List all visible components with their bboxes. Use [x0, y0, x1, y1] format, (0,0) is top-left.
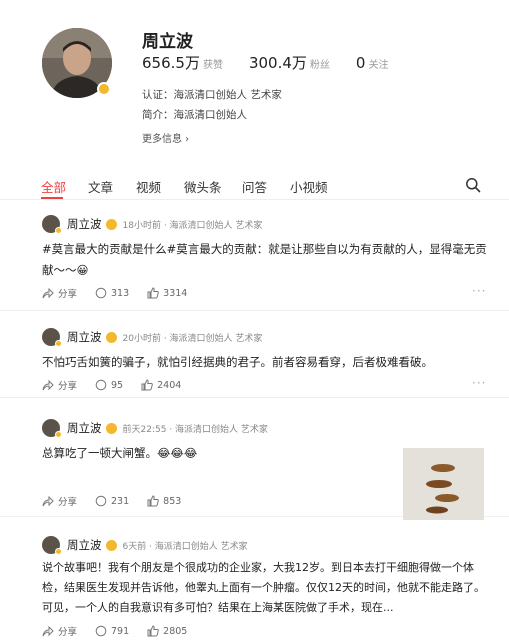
- share-icon: [42, 287, 54, 298]
- like-count: 2404: [157, 379, 182, 391]
- like-button[interactable]: 2805: [147, 625, 187, 637]
- post-author-name[interactable]: 周立波: [67, 216, 102, 232]
- post-author-avatar[interactable]: [42, 536, 62, 555]
- tab-weitoutiao[interactable]: 微头条: [184, 177, 222, 196]
- more-options-icon[interactable]: ···: [472, 376, 486, 390]
- post-header: 周立波 20小时前 · 海派清口创始人 艺术家: [42, 326, 262, 348]
- comment-button[interactable]: 231: [95, 495, 129, 507]
- post-actions: 分享 313 3314: [42, 286, 205, 300]
- post-author-name[interactable]: 周立波: [67, 329, 102, 345]
- comment-button[interactable]: 791: [95, 625, 129, 637]
- feed-post[interactable]: 周立波 20小时前 · 海派清口创始人 艺术家 不怕巧舌如簧的骗子，就怕引经据典…: [0, 326, 509, 398]
- tab-qa[interactable]: 问答: [242, 177, 267, 196]
- comment-icon: [95, 625, 107, 637]
- stat-fans-label: 粉丝: [309, 60, 330, 71]
- share-icon: [42, 495, 54, 506]
- post-actions: 分享 791 2805: [42, 624, 205, 638]
- like-count: 3314: [163, 287, 188, 299]
- post-header: 周立波 前天22:55 · 海派清口创始人 艺术家: [42, 417, 268, 439]
- share-button[interactable]: 分享: [42, 378, 77, 392]
- post-time: 前天22:55 · 海派清口创始人 艺术家: [122, 424, 268, 435]
- post-time: 6天前 · 海派清口创始人 艺术家: [122, 541, 248, 552]
- more-info-link[interactable]: 更多信息 ›: [142, 130, 189, 145]
- comment-count: 95: [111, 379, 124, 391]
- post-author-name[interactable]: 周立波: [67, 537, 102, 553]
- comment-count: 791: [111, 625, 130, 637]
- comment-count: 231: [111, 495, 130, 507]
- share-label: 分享: [58, 627, 78, 638]
- like-count: 853: [163, 495, 182, 507]
- tab-short-videos[interactable]: 小视频: [290, 177, 328, 196]
- comment-count: 313: [111, 287, 130, 299]
- like-button[interactable]: 2404: [141, 379, 181, 391]
- stat-follows-label: 关注: [368, 60, 389, 71]
- post-text[interactable]: 说个故事吧！我有个朋友是个很成功的企业家，大我12岁。到日本去打干细胞得做一个体…: [42, 558, 487, 618]
- share-label: 分享: [58, 289, 78, 300]
- share-button[interactable]: 分享: [42, 494, 77, 508]
- verified-icon: [105, 539, 117, 551]
- feed-post[interactable]: 周立波 前天22:55 · 海派清口创始人 艺术家 总算吃了一顿大闸蟹。😂😂😂 …: [0, 417, 509, 520]
- profile-stats: 656.5万 获赞 300.4万 粉丝 0 关注: [142, 52, 414, 73]
- post-author-avatar[interactable]: [42, 328, 62, 347]
- verified-icon: [105, 331, 117, 343]
- share-button[interactable]: 分享: [42, 286, 77, 300]
- comment-icon: [95, 287, 107, 299]
- verified-icon: [105, 218, 117, 230]
- stat-likes-value: 656.5万: [142, 54, 200, 72]
- post-text[interactable]: #莫言最大的贡献是什么#莫言最大的贡献：就是让那些自以为有贡献的人，显得毫无贡献…: [42, 239, 487, 281]
- share-label: 分享: [58, 381, 78, 392]
- share-icon: [42, 625, 54, 636]
- tab-all[interactable]: 全部: [41, 177, 66, 196]
- stat-likes: 656.5万 获赞: [142, 52, 223, 73]
- profile-name: 周立波: [142, 32, 193, 52]
- post-author-avatar[interactable]: [42, 215, 62, 234]
- share-icon: [42, 379, 54, 390]
- post-text[interactable]: 总算吃了一顿大闸蟹。😂😂😂: [42, 443, 382, 464]
- comment-button[interactable]: 95: [95, 379, 123, 391]
- post-text[interactable]: 不怕巧舌如簧的骗子，就怕引经据典的君子。前者容易看穿，后者极难看破。: [42, 352, 487, 373]
- tab-articles[interactable]: 文章: [88, 177, 113, 196]
- profile-intro: 简介：海派清口创始人: [142, 109, 247, 121]
- more-options-icon[interactable]: ···: [472, 284, 486, 298]
- thumbs-up-icon: [147, 495, 159, 507]
- active-tab-indicator: [41, 197, 63, 199]
- thumbs-up-icon: [141, 379, 153, 391]
- like-button[interactable]: 3314: [147, 287, 187, 299]
- post-image[interactable]: [403, 448, 484, 520]
- share-label: 分享: [58, 497, 78, 508]
- thumbs-up-icon: [147, 625, 159, 637]
- feed-post[interactable]: 周立波 6天前 · 海派清口创始人 艺术家 说个故事吧！我有个朋友是个很成功的企…: [0, 534, 509, 640]
- like-button[interactable]: 853: [147, 495, 181, 507]
- post-actions: 分享 95 2404: [42, 378, 199, 392]
- post-author-avatar[interactable]: [42, 419, 62, 438]
- post-header: 周立波 18小时前 · 海派清口创始人 艺术家: [42, 213, 262, 235]
- share-button[interactable]: 分享: [42, 624, 77, 638]
- stat-likes-label: 获赞: [202, 60, 223, 71]
- verified-icon: [105, 422, 117, 434]
- post-header: 周立波 6天前 · 海派清口创始人 艺术家: [42, 534, 248, 556]
- stat-fans-value: 300.4万: [248, 54, 307, 72]
- post-author-name[interactable]: 周立波: [67, 420, 102, 436]
- post-time: 20小时前 · 海派清口创始人 艺术家: [122, 333, 263, 344]
- thumbs-up-icon: [147, 287, 159, 299]
- tab-videos[interactable]: 视频: [136, 177, 161, 196]
- content-tabs: 全部 文章 视频 微头条 问答 小视频: [0, 170, 509, 200]
- avatar[interactable]: [42, 28, 112, 98]
- verified-badge-icon: [97, 82, 111, 96]
- post-actions: 分享 231 853: [42, 494, 199, 508]
- stat-fans[interactable]: 300.4万 粉丝: [249, 52, 330, 73]
- post-time: 18小时前 · 海派清口创始人 艺术家: [122, 220, 263, 231]
- feed-post[interactable]: 周立波 18小时前 · 海派清口创始人 艺术家 #莫言最大的贡献是什么#莫言最大…: [0, 213, 509, 311]
- search-icon[interactable]: [465, 177, 481, 193]
- comment-button[interactable]: 313: [95, 287, 129, 299]
- profile-header: 周立波 656.5万 获赞 300.4万 粉丝 0 关注 认证：海派清口创始人 …: [0, 0, 509, 160]
- stat-follows[interactable]: 0 关注: [356, 54, 389, 72]
- stat-follows-value: 0: [355, 54, 366, 72]
- comment-icon: [95, 379, 107, 391]
- like-count: 2805: [163, 625, 188, 637]
- profile-certification: 认证：海派清口创始人 艺术家: [142, 89, 282, 101]
- comment-icon: [95, 495, 107, 507]
